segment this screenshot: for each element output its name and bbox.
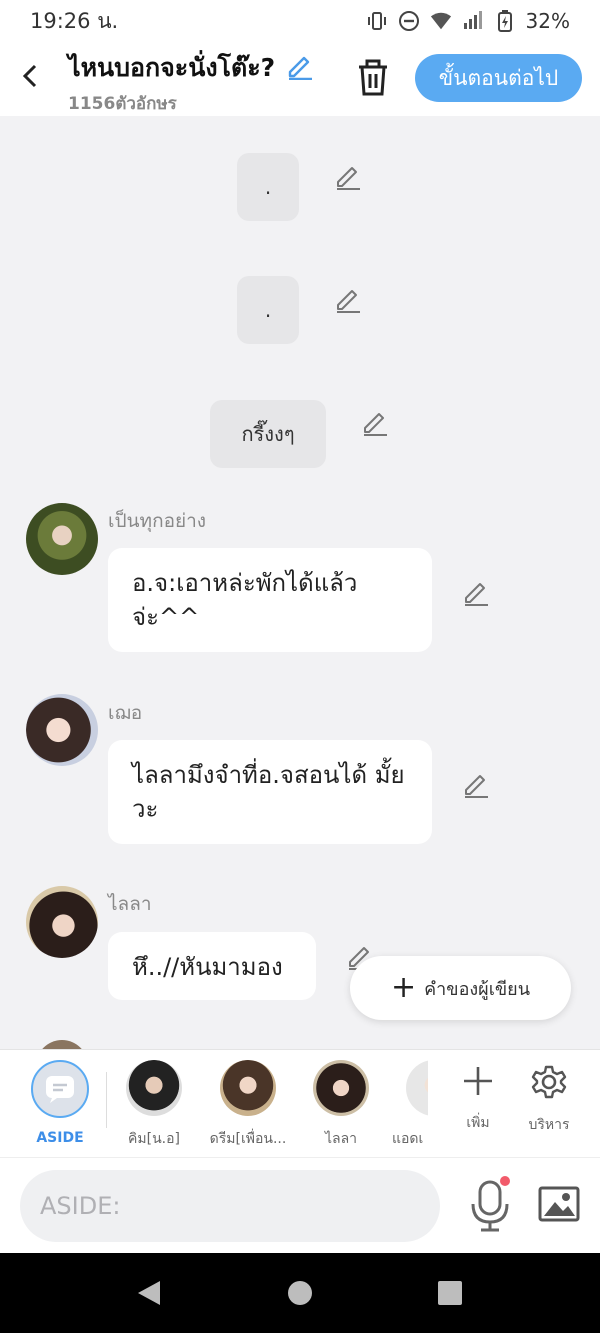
narration-message[interactable]: กรี๊งงๆ [210,400,326,468]
chat-bubble[interactable]: อ.จ:เอาหล่ะพักได้แล้ว จ่ะ^^ [108,548,432,652]
system-nav-bar [0,1253,600,1333]
manage-button[interactable]: บริหาร [517,1064,581,1136]
character-item[interactable]: แอดเ [392,1060,428,1150]
chat-bubble[interactable]: ไลลามึงจำที่อ.จสอนได้ มั้ยวะ [108,740,432,844]
signal-icon [462,10,484,32]
edit-message-icon[interactable] [462,578,490,606]
add-character-button[interactable]: เพิ่ม [446,1064,510,1134]
nav-recents-icon[interactable] [438,1281,462,1305]
avatar[interactable] [26,694,98,766]
message-input[interactable] [20,1170,440,1242]
microphone-icon [471,1180,509,1232]
edit-message-icon[interactable] [334,162,362,190]
trash-icon [359,59,387,96]
plus-icon: + [390,970,417,1005]
character-label: คิม[น.อ] [128,1131,180,1147]
speech-bubble-icon [46,1076,74,1103]
add-label: เพิ่ม [466,1115,490,1131]
author-note-button[interactable]: + คำของผู้เขียน [350,956,571,1020]
avatar[interactable] [26,886,98,958]
voice-input-button[interactable] [468,1178,512,1236]
image-button[interactable] [538,1186,582,1224]
narration-message[interactable]: . [237,276,299,344]
manage-label: บริหาร [528,1117,570,1133]
character-label: ดรีม[เพื่อน... [209,1131,287,1147]
narration-message[interactable]: . [237,153,299,221]
character-item[interactable]: ดรีม[เพื่อน... [208,1060,288,1150]
sender-name: เฌอ [108,702,143,724]
character-bar: ASIDE คิม[น.อ] ดรีม[เพื่อน... ไลลา แอดเ … [0,1049,600,1157]
chat-bubble[interactable]: หึ..//หันมามอง [108,932,316,1000]
do-not-disturb-icon [398,10,420,32]
aside-avatar [31,1060,89,1118]
edit-message-icon[interactable] [462,770,490,798]
wifi-icon [430,10,452,32]
image-icon [538,1186,580,1222]
input-bar [0,1157,600,1253]
next-step-button[interactable]: ขั้นตอนต่อไป [415,54,582,102]
character-label: ไลลา [324,1131,358,1147]
edit-message-icon[interactable] [334,285,362,313]
character-item[interactable]: ไลลา [301,1060,381,1150]
character-label: แอดเ [392,1131,424,1147]
vibrate-icon [366,10,388,32]
battery-percent: 32% [525,9,570,33]
notification-dot [500,1176,510,1186]
character-avatar [406,1060,428,1116]
nav-home-icon[interactable] [288,1281,312,1305]
character-avatar [220,1060,276,1116]
status-bar: 19:26 น. 32% [0,0,600,42]
chat-text: ไลลามึงจำที่อ.จสอนได้ มั้ยวะ [132,761,405,823]
delete-button[interactable] [354,58,392,98]
narration-text: . [264,175,272,199]
edit-title-icon[interactable] [286,52,314,81]
back-button[interactable] [14,58,46,94]
status-time: 19:26 น. [30,8,119,33]
narration-text: กรี๊งงๆ [241,422,295,446]
divider [106,1072,107,1128]
character-item[interactable]: คิม[น.อ] [114,1060,194,1150]
back-arrow-icon [22,64,37,88]
chat-text: หึ..//หันมามอง [132,953,283,981]
author-note-label: คำของผู้เขียน [424,978,531,1000]
avatar[interactable] [36,1040,88,1049]
title-block: ไหนบอกจะนั่งโต๊ะ? 1156ตัวอักษร [68,48,314,117]
battery-icon [494,10,516,32]
nav-back-icon[interactable] [136,1279,162,1311]
edit-message-icon[interactable] [361,408,389,436]
character-avatar [126,1060,182,1116]
chat-area[interactable]: . . กรี๊งงๆ เป็นทุกอย่าง อ.จ:เอาหล่ะพักไ… [0,116,600,1049]
story-header: ไหนบอกจะนั่งโต๊ะ? 1156ตัวอักษร ขั้นตอนต่… [0,42,600,116]
character-avatar [313,1060,369,1116]
character-count: 1156ตัวอักษร [68,94,177,114]
status-icons: 32% [366,9,570,33]
character-label: ASIDE [36,1130,84,1146]
sender-name: ไลลา [108,893,152,915]
episode-title: ไหนบอกจะนั่งโต๊ะ? [68,53,276,82]
gear-icon [531,1065,567,1099]
sender-name: เป็นทุกอย่าง [108,510,207,532]
chat-text: อ.จ:เอาหล่ะพักได้แล้ว จ่ะ^^ [132,569,358,631]
avatar[interactable] [26,503,98,575]
narration-text: . [264,298,272,322]
plus-icon [464,1067,492,1095]
character-aside[interactable]: ASIDE [20,1060,100,1146]
